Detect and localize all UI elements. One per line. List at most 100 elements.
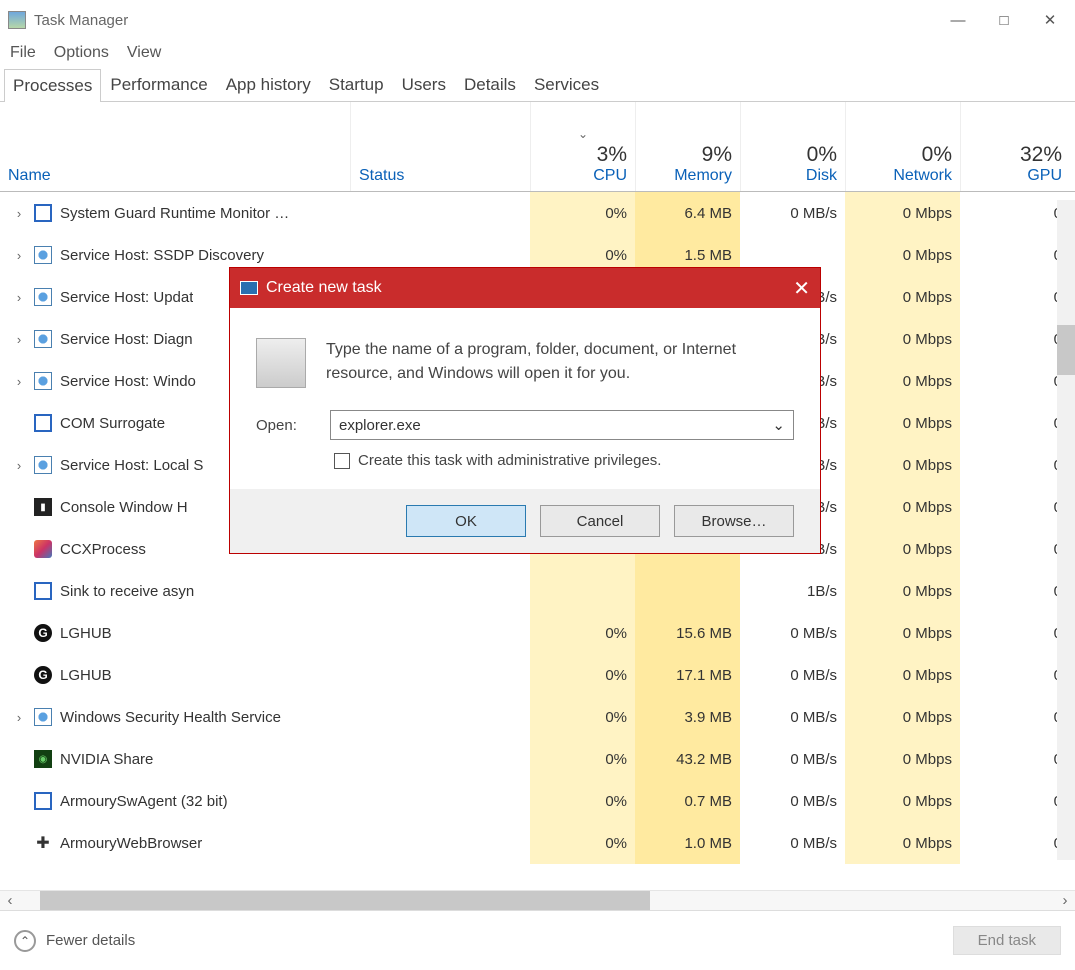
table-row[interactable]: GLGHUB0%15.6 MB0 MB/s0 Mbps0 (0, 612, 1075, 654)
status-cell (350, 822, 530, 864)
col-name[interactable]: Name (0, 102, 350, 191)
column-headers: Name Status ⌄ 3% CPU 9% Memory 0% Disk 0… (0, 102, 1075, 192)
scroll-left-icon[interactable]: ‹ (0, 892, 20, 909)
network-cell: 0 Mbps (845, 192, 960, 234)
process-name-cell: GLGHUB (0, 666, 350, 684)
table-row[interactable]: ◉NVIDIA Share0%43.2 MB0 MB/s0 Mbps0 (0, 738, 1075, 780)
col-network[interactable]: 0% Network (845, 102, 960, 191)
creative-cloud-icon (34, 540, 52, 558)
memory-cell: 1.0 MB (635, 822, 740, 864)
cpu-cell: 0% (530, 780, 635, 822)
network-cell: 0 Mbps (845, 234, 960, 276)
expand-icon[interactable]: › (12, 458, 26, 473)
window-icon (34, 582, 52, 600)
expand-icon[interactable]: › (12, 248, 26, 263)
menu-file[interactable]: File (10, 44, 36, 62)
tab-bar: Processes Performance App history Startu… (0, 68, 1075, 102)
open-label: Open: (256, 417, 314, 434)
network-cell: 0 Mbps (845, 318, 960, 360)
menu-view[interactable]: View (127, 44, 161, 62)
vertical-scrollbar[interactable] (1057, 200, 1075, 860)
create-task-dialog: Create new task ✕ Type the name of a pro… (230, 268, 820, 553)
col-status[interactable]: Status (350, 102, 530, 191)
expand-icon[interactable]: › (12, 206, 26, 221)
window-icon (34, 792, 52, 810)
chevron-up-icon: ⌃ (14, 930, 36, 952)
dialog-titlebar[interactable]: Create new task ✕ (230, 268, 820, 308)
status-cell (350, 570, 530, 612)
table-row[interactable]: Sink to receive asyn1B/s0 Mbps0 (0, 570, 1075, 612)
table-row[interactable]: GLGHUB0%17.1 MB0 MB/s0 Mbps0 (0, 654, 1075, 696)
network-cell: 0 Mbps (845, 570, 960, 612)
process-name-cell: ✚ArmouryWebBrowser (0, 834, 350, 852)
expand-icon[interactable]: › (12, 290, 26, 305)
scrollbar-thumb[interactable] (1057, 325, 1075, 375)
expand-icon[interactable]: › (12, 374, 26, 389)
process-name-cell: › System Guard Runtime Monitor … (0, 204, 350, 222)
status-cell (350, 654, 530, 696)
memory-cell: 0.7 MB (635, 780, 740, 822)
process-name-cell: GLGHUB (0, 624, 350, 642)
process-name: Sink to receive asyn (60, 583, 194, 600)
gpu-cell: 0 (960, 486, 1070, 528)
process-name: NVIDIA Share (60, 751, 153, 768)
cancel-button[interactable]: Cancel (540, 505, 660, 537)
table-row[interactable]: ArmourySwAgent (32 bit)0%0.7 MB0 MB/s0 M… (0, 780, 1075, 822)
table-row[interactable]: ›System Guard Runtime Monitor …0%6.4 MB0… (0, 192, 1075, 234)
minimize-button[interactable]: — (935, 4, 981, 36)
expand-icon[interactable]: › (12, 332, 26, 347)
end-task-button[interactable]: End task (953, 926, 1061, 955)
col-gpu[interactable]: 32% GPU (960, 102, 1070, 191)
gear-icon (34, 372, 52, 390)
col-cpu[interactable]: ⌄ 3% CPU (530, 102, 635, 191)
tab-processes[interactable]: Processes (4, 69, 101, 102)
tab-startup[interactable]: Startup (320, 68, 393, 101)
expand-icon[interactable]: › (12, 710, 26, 725)
status-cell (350, 780, 530, 822)
scroll-right-icon[interactable]: › (1055, 892, 1075, 909)
memory-cell: 15.6 MB (635, 612, 740, 654)
hscroll-thumb[interactable] (40, 891, 650, 910)
fewer-details-button[interactable]: ⌃ Fewer details (14, 930, 135, 952)
maximize-button[interactable]: □ (981, 4, 1027, 36)
admin-checkbox[interactable] (334, 453, 350, 469)
cpu-cell: 0% (530, 192, 635, 234)
network-cell: 0 Mbps (845, 612, 960, 654)
tab-performance[interactable]: Performance (101, 68, 216, 101)
col-memory[interactable]: 9% Memory (635, 102, 740, 191)
tab-services[interactable]: Services (525, 68, 608, 101)
network-cell: 0 Mbps (845, 696, 960, 738)
lghub-icon: G (34, 666, 52, 684)
table-row[interactable]: ›Windows Security Health Service0%3.9 MB… (0, 696, 1075, 738)
tab-apphistory[interactable]: App history (217, 68, 320, 101)
gpu-cell: 0 (960, 612, 1070, 654)
status-cell (350, 696, 530, 738)
disk-cell: 0 MB/s (740, 654, 845, 696)
col-disk[interactable]: 0% Disk (740, 102, 845, 191)
table-row[interactable]: ✚ArmouryWebBrowser0%1.0 MB0 MB/s0 Mbps0 (0, 822, 1075, 864)
gpu-cell: 0 (960, 822, 1070, 864)
ok-button[interactable]: OK (406, 505, 526, 537)
process-name: System Guard Runtime Monitor … (60, 205, 289, 222)
browse-button[interactable]: Browse… (674, 505, 794, 537)
memory-cell: 3.9 MB (635, 696, 740, 738)
memory-cell: 17.1 MB (635, 654, 740, 696)
menu-bar: File Options View (0, 40, 1075, 68)
close-button[interactable]: ✕ (1027, 4, 1073, 36)
gpu-cell: 0 (960, 696, 1070, 738)
gpu-cell: 0 (960, 738, 1070, 780)
gear-icon (34, 246, 52, 264)
dialog-title: Create new task (266, 279, 382, 297)
tab-details[interactable]: Details (455, 68, 525, 101)
process-name-cell: ›Windows Security Health Service (0, 708, 350, 726)
disk-cell: 0 MB/s (740, 780, 845, 822)
dialog-close-button[interactable]: ✕ (793, 276, 810, 301)
cpu-cell: 0% (530, 822, 635, 864)
menu-options[interactable]: Options (54, 44, 109, 62)
gear-icon (34, 288, 52, 306)
cpu-cell: 0% (530, 654, 635, 696)
horizontal-scrollbar[interactable]: ‹ › (0, 890, 1075, 910)
memory-cell (635, 570, 740, 612)
tab-users[interactable]: Users (393, 68, 455, 101)
open-combobox[interactable]: explorer.exe ⌄ (330, 410, 794, 440)
